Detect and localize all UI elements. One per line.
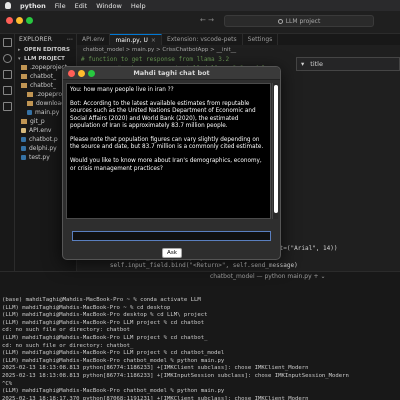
explorer-item-label: delphi.py xyxy=(29,145,57,152)
open-editors-label: OPEN EDITORS xyxy=(24,46,70,53)
menu-window[interactable]: Window xyxy=(96,2,122,10)
editor-tab[interactable]: Settings xyxy=(243,34,279,45)
breadcrumb[interactable]: chatbot_model > main.py > CrissChatbotAp… xyxy=(77,45,400,54)
explorer-item-label: test.py xyxy=(29,154,50,161)
python-file-icon xyxy=(27,110,32,115)
chat-message-bot-followup: Would you like to know more about Iran's… xyxy=(70,158,262,172)
run-debug-icon[interactable] xyxy=(3,86,12,95)
chat-message-bot-note: Please note that population figures can … xyxy=(70,137,264,151)
vscode-title-bar: ← → LLM project xyxy=(0,11,400,34)
terminal-line: (LLM) mahdiTaghi@Mahdis-MacBook-Pro ~ % … xyxy=(2,304,171,311)
terminal-line: 2025-02-13 18:18:17.370 python[87068:119… xyxy=(2,395,309,400)
dialog-zoom-button[interactable] xyxy=(88,70,95,77)
terminal-line: 2025-02-13 18:13:08.813 python[86774:118… xyxy=(2,372,349,379)
editor-tab[interactable]: API.env xyxy=(77,34,111,45)
chatbot-title: Mahdi taghi chat bot xyxy=(133,69,210,77)
terminal-line: (LLM) mahdiTaghi@Mahdis-MacBook-Pro LLM … xyxy=(2,334,208,341)
open-editors-section[interactable]: ▸ OPEN EDITORS xyxy=(15,45,76,54)
chat-message-bot: Bot: According to the latest available e… xyxy=(70,101,256,129)
terminal-line: 2025-02-13 18:13:08.813 python[86774:118… xyxy=(2,365,309,372)
editor-tab[interactable]: Extension: vscode-pets xyxy=(162,34,243,45)
folder-icon xyxy=(21,83,27,88)
terminal-line: cd: no such file or directory: chatbot xyxy=(2,327,130,334)
editor-tab-label: API.env xyxy=(82,36,105,43)
folder-icon xyxy=(27,92,33,97)
python-file-icon xyxy=(21,137,26,142)
explorer-header: EXPLORER ⋯ xyxy=(15,34,76,45)
code-line: # function to get response from llama 3.… xyxy=(81,56,230,63)
explorer-item-label: chatbot.p xyxy=(29,136,58,143)
command-center-label: LLM project xyxy=(285,17,321,25)
explorer-item-label: API.env xyxy=(29,127,52,134)
explorer-item-label: chatbot_ xyxy=(30,73,56,80)
chat-scrollbar[interactable] xyxy=(272,83,278,219)
python-file-icon xyxy=(21,155,26,160)
extensions-icon[interactable] xyxy=(3,102,12,111)
menu-file[interactable]: File xyxy=(55,2,66,10)
terminal-title[interactable]: chatbot_model — python main.py + ⌄ xyxy=(210,273,325,280)
project-label: LLM PROJECT xyxy=(24,55,65,62)
menu-app-name[interactable]: python xyxy=(20,2,46,10)
code-line: self.input_field.bind("<Return>", self.s… xyxy=(81,262,298,270)
explorer-title: EXPLORER xyxy=(19,36,53,43)
env-file-icon xyxy=(21,128,26,133)
chatbot-title-bar[interactable]: Mahdi taghi chat bot xyxy=(63,67,280,80)
ask-button[interactable]: Ask xyxy=(162,248,182,258)
folder-icon xyxy=(27,101,33,106)
window-minimize-button[interactable] xyxy=(16,17,23,24)
terminal-line: (LLM) mahdiTaghi@Mahdis-MacBook-Pro LLM … xyxy=(2,350,225,357)
menu-edit[interactable]: Edit xyxy=(75,2,88,10)
panel-header: chatbot_model — python main.py + ⌄ xyxy=(0,271,400,281)
python-file-icon xyxy=(21,146,26,151)
outline-peek[interactable]: ▾ title xyxy=(296,57,400,71)
window-zoom-button[interactable] xyxy=(26,17,33,24)
more-actions-icon[interactable]: ⋯ xyxy=(67,36,73,43)
macos-menu-bar: python File Edit Window Help xyxy=(0,0,400,11)
menu-help[interactable]: Help xyxy=(131,2,146,10)
folder-icon xyxy=(21,65,27,70)
chat-scrollbar-thumb[interactable] xyxy=(274,85,278,213)
search-icon[interactable] xyxy=(3,54,12,63)
source-control-icon[interactable] xyxy=(3,70,12,79)
explorer-item-label: chatbot_ xyxy=(30,82,56,89)
editor-tab-label: Settings xyxy=(247,36,273,43)
terminal-line: ^C% xyxy=(2,380,13,387)
dialog-minimize-button[interactable] xyxy=(78,70,85,77)
command-center-search[interactable]: LLM project xyxy=(224,15,374,27)
message-input[interactable] xyxy=(72,231,271,241)
editor-tab-label: main.py, U xyxy=(115,36,148,44)
editor-tab[interactable]: main.py, U × xyxy=(110,34,162,45)
dialog-close-button[interactable] xyxy=(68,70,75,77)
terminal-line: (base) mahdiTaghi@Mahdis-MacBook-Pro ~ %… xyxy=(2,297,201,303)
nav-arrows-icon[interactable]: ← → xyxy=(200,16,214,24)
chevron-down-icon: ▾ xyxy=(301,60,305,68)
chat-message-user: You: how many people live in iran ?? xyxy=(70,87,174,93)
terminal-line: (LLM) mahdiTaghi@Mahdis-MacBook-Pro LLM … xyxy=(2,319,205,326)
project-section[interactable]: ▾ LLM PROJECT xyxy=(15,54,76,63)
editor-tab-bar: API.env main.py, U × Extension: vscode-pets… xyxy=(77,34,400,45)
apple-icon[interactable] xyxy=(5,2,11,9)
terminal[interactable]: (base) mahdiTaghi@Mahdis-MacBook-Pro ~ %… xyxy=(0,281,400,400)
folder-icon xyxy=(21,74,27,79)
editor-tab-label: Extension: vscode-pets xyxy=(166,36,237,43)
terminal-line: (LLM) mahdiTaghi@Mahdis-MacBook-Pro chat… xyxy=(2,357,225,364)
terminal-line: (LLM) mahdiTaghi@Mahdis-MacBook-Pro chat… xyxy=(2,388,225,395)
search-icon xyxy=(277,18,283,24)
chat-history[interactable]: You: how many people live in iran ?? Bot… xyxy=(66,83,271,219)
peek-label: title xyxy=(310,60,323,68)
window-close-button[interactable] xyxy=(6,17,13,24)
activity-bar xyxy=(0,34,15,271)
explorer-item-label: git_p xyxy=(30,118,45,125)
folder-icon xyxy=(21,119,27,124)
explorer-icon[interactable] xyxy=(3,38,12,47)
terminal-line: cd: no such file or directory: chatbot_ xyxy=(2,342,134,349)
terminal-line: (LLM) mahdiTaghi@Mahdis-MacBook-Pro desk… xyxy=(2,312,208,319)
close-tab-icon[interactable]: × xyxy=(151,37,156,44)
explorer-item-label: main.py xyxy=(35,109,60,116)
chatbot-window: Mahdi taghi chat bot You: how many peopl… xyxy=(62,66,281,260)
